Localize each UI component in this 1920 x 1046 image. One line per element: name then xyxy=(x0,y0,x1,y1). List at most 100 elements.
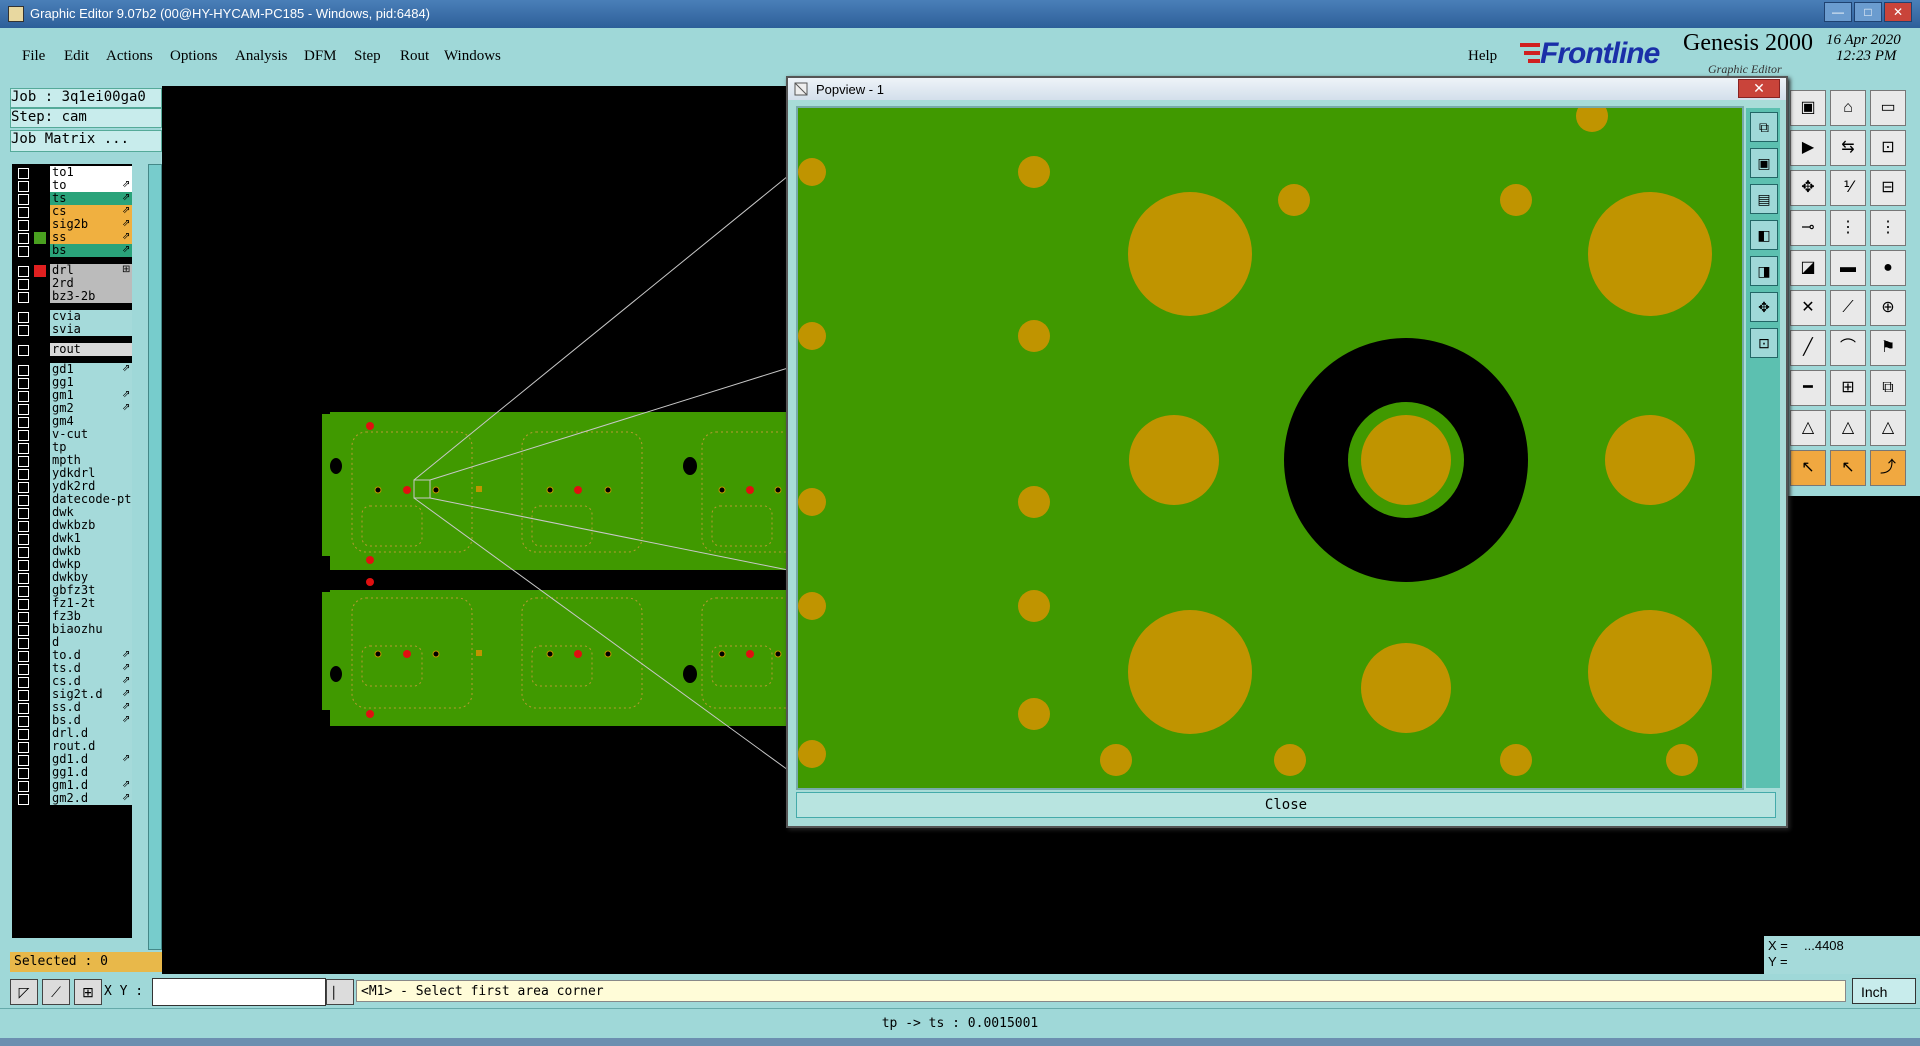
menu-options[interactable]: Options xyxy=(170,48,218,65)
popview-close-x[interactable]: ✕ xyxy=(1738,79,1780,98)
cross-icon[interactable]: ✕ xyxy=(1790,290,1826,326)
home-view-icon[interactable]: ⌂ xyxy=(1830,90,1866,126)
layer-checkbox[interactable] xyxy=(18,690,29,701)
layer-name[interactable]: gm2 xyxy=(50,402,132,415)
layer-checkbox[interactable] xyxy=(18,417,29,428)
layer-row[interactable]: to.d ⇗ xyxy=(12,649,132,663)
layer-name[interactable]: tp xyxy=(50,441,132,454)
layer-checkbox[interactable] xyxy=(18,586,29,597)
layer-row[interactable]: to1 xyxy=(12,166,132,180)
layer-row[interactable]: gm2.d ⇗ xyxy=(12,792,132,806)
menu-step[interactable]: Step xyxy=(354,48,381,65)
layer-checkbox[interactable] xyxy=(18,391,29,402)
menu-analysis[interactable]: Analysis xyxy=(235,48,288,65)
layer-row[interactable]: dwkby xyxy=(12,571,132,585)
menu-windows[interactable]: Windows xyxy=(444,48,501,65)
layer-name[interactable]: gd1 xyxy=(50,363,132,376)
layer-checkbox[interactable] xyxy=(18,729,29,740)
job-matrix-button[interactable]: Job Matrix ... xyxy=(10,130,162,152)
cursor-icon[interactable]: ⎸ xyxy=(326,979,354,1005)
popview-close-button[interactable]: Close xyxy=(796,792,1776,818)
layer-checkbox[interactable] xyxy=(18,181,29,192)
layer-checkbox[interactable] xyxy=(18,547,29,558)
layer-name[interactable]: fz3b xyxy=(50,610,132,623)
layer-checkbox[interactable] xyxy=(18,521,29,532)
layer-name[interactable]: dwk1 xyxy=(50,532,132,545)
layer-name[interactable]: v-cut xyxy=(50,428,132,441)
layer-name[interactable]: to.d xyxy=(50,649,132,662)
layer-name[interactable]: 2rd xyxy=(50,277,132,290)
layer-checkbox[interactable] xyxy=(18,755,29,766)
layer-row[interactable]: bs ⇗ xyxy=(12,244,132,258)
draw-line-icon[interactable]: ╱ xyxy=(1790,330,1826,366)
layer-name[interactable]: gg1.d xyxy=(50,766,132,779)
dot-icon[interactable]: ● xyxy=(1870,250,1906,286)
layer-row[interactable]: sig2b ⇗ xyxy=(12,218,132,232)
close-window-button[interactable]: ✕ xyxy=(1884,2,1912,22)
layer-row[interactable]: dwkp xyxy=(12,558,132,572)
layer-checkbox[interactable] xyxy=(18,378,29,389)
layer-name[interactable]: fz1-2t xyxy=(50,597,132,610)
minimize-button[interactable]: — xyxy=(1824,2,1852,22)
layer-checkbox[interactable] xyxy=(18,651,29,662)
layer-checkbox[interactable] xyxy=(18,456,29,467)
save-view-icon[interactable]: ▣ xyxy=(1790,90,1826,126)
layer-row[interactable]: datecode-pt xyxy=(12,493,132,507)
scale-icon[interactable]: ⅟ xyxy=(1830,170,1866,206)
popview-canvas[interactable] xyxy=(796,100,1744,790)
layer-row[interactable]: gbfz3t xyxy=(12,584,132,598)
layer-name[interactable]: gg1 xyxy=(50,376,132,389)
layer-row[interactable]: ydkdrl xyxy=(12,467,132,481)
layer-checkbox[interactable] xyxy=(18,168,29,179)
layer-checkbox[interactable] xyxy=(18,266,29,277)
layer-checkbox[interactable] xyxy=(18,612,29,623)
layer-checkbox[interactable] xyxy=(18,443,29,454)
triangle3-icon[interactable]: △ xyxy=(1870,410,1906,446)
area-select-icon[interactable]: ◸ xyxy=(10,979,38,1005)
layer-name[interactable]: biaozhu xyxy=(50,623,132,636)
layer-name[interactable]: drl xyxy=(50,264,132,277)
layer-name[interactable]: gm4 xyxy=(50,415,132,428)
layer-row[interactable]: drl.d xyxy=(12,727,132,741)
layer-name[interactable]: d xyxy=(50,636,132,649)
menu-dfm[interactable]: DFM xyxy=(304,48,337,65)
layer-row[interactable]: tp xyxy=(12,441,132,455)
layer-checkbox[interactable] xyxy=(18,469,29,480)
layer-name[interactable]: gm1.d xyxy=(50,779,132,792)
layer-name[interactable]: ss.d xyxy=(50,701,132,714)
layer-name[interactable]: ydk2rd xyxy=(50,480,132,493)
layer-checkbox[interactable] xyxy=(18,625,29,636)
layer-row[interactable]: drl ⊞ xyxy=(12,264,132,278)
layer-name[interactable]: cs xyxy=(50,205,132,218)
layer-name[interactable]: bs xyxy=(50,244,132,257)
layer-name[interactable]: gm1 xyxy=(50,389,132,402)
layer-row[interactable]: d xyxy=(12,636,132,650)
layer-row[interactable]: ts ⇗ xyxy=(12,192,132,206)
menu-edit[interactable]: Edit xyxy=(64,48,89,65)
layer-name[interactable]: drl.d xyxy=(50,727,132,740)
layer-checkbox[interactable] xyxy=(18,768,29,779)
popview-fit-icon[interactable]: ⊡ xyxy=(1750,328,1778,358)
menu-rout[interactable]: Rout xyxy=(400,48,429,65)
layer-row[interactable]: biaozhu xyxy=(12,623,132,637)
layer-row[interactable]: ss.d ⇗ xyxy=(12,701,132,715)
layer-name[interactable]: dwkp xyxy=(50,558,132,571)
layer-checkbox[interactable] xyxy=(18,742,29,753)
layer-name[interactable]: dwkby xyxy=(50,571,132,584)
layer-checkbox[interactable] xyxy=(18,220,29,231)
snap-icon[interactable]: ⋮ xyxy=(1830,210,1866,246)
line-icon[interactable]: ⟋ xyxy=(1830,290,1866,326)
layer-row[interactable]: v-cut xyxy=(12,428,132,442)
popview-next-icon[interactable]: ◨ xyxy=(1750,256,1778,286)
layer-name[interactable]: to xyxy=(50,179,132,192)
layer-checkbox[interactable] xyxy=(18,703,29,714)
layer-row[interactable]: dwkb xyxy=(12,545,132,559)
layer-checkbox[interactable] xyxy=(18,573,29,584)
layer-row[interactable]: ts.d ⇗ xyxy=(12,662,132,676)
layer-checkbox[interactable] xyxy=(18,534,29,545)
box-icon[interactable]: ⊞ xyxy=(1830,370,1866,406)
slash-tool-icon[interactable]: ⟋ xyxy=(42,979,70,1005)
layer-row[interactable]: gm2 ⇗ xyxy=(12,402,132,416)
layer-row[interactable]: svia xyxy=(12,323,132,337)
snap-grid-icon[interactable]: ⋮ xyxy=(1870,210,1906,246)
